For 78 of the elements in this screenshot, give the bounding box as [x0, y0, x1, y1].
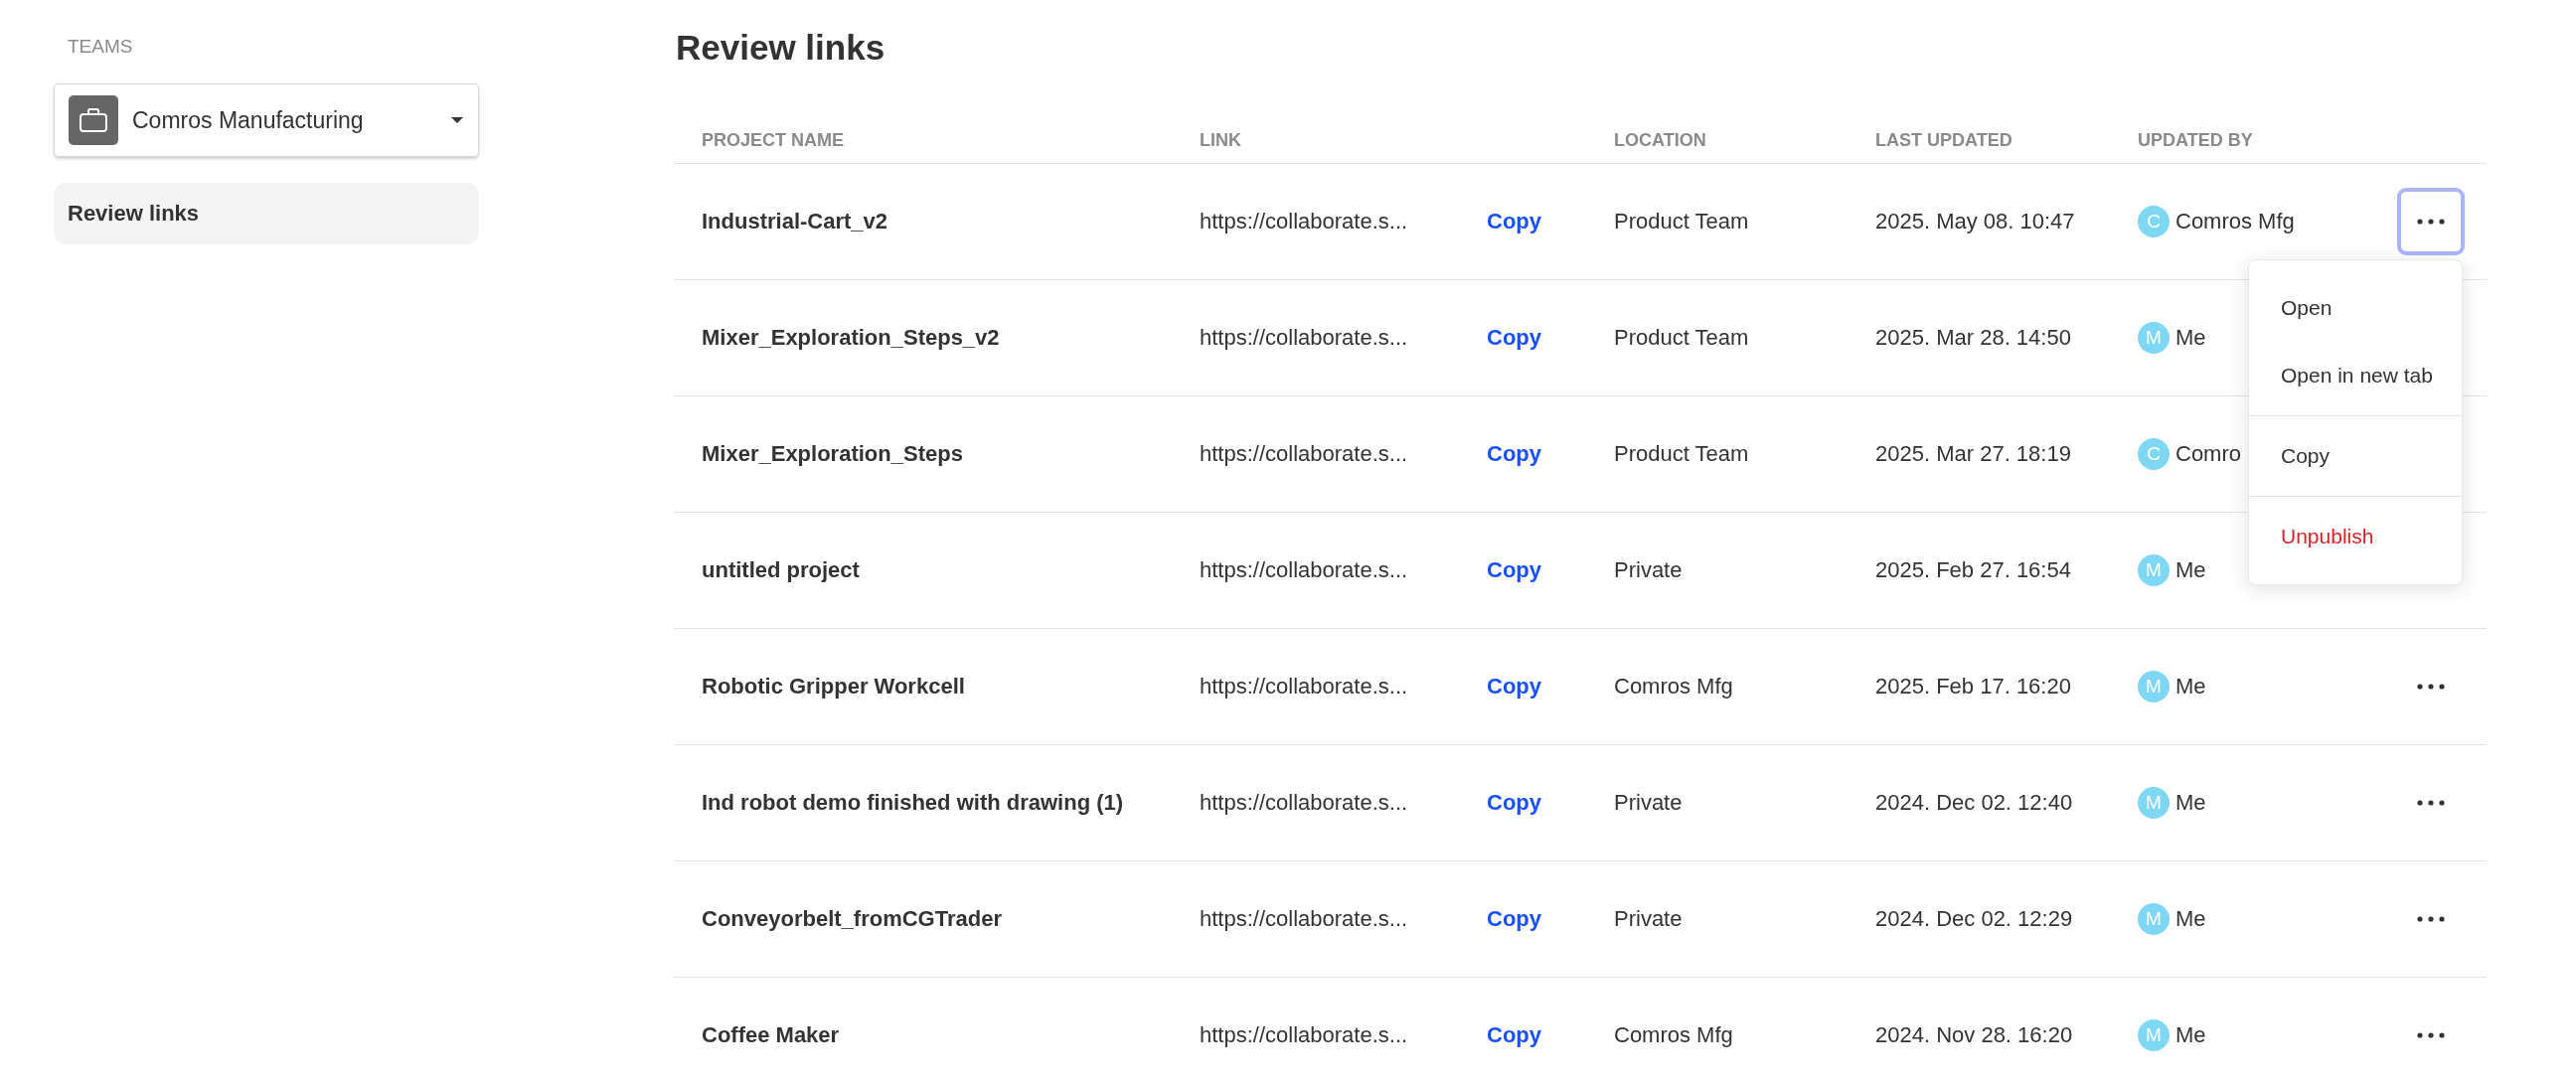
menu-item[interactable]: Open [2249, 274, 2462, 342]
more-icon [2417, 916, 2445, 922]
team-selector[interactable]: Comros Manufacturing [54, 83, 479, 157]
team-name: Comros Manufacturing [132, 106, 365, 134]
avatar: M [2138, 787, 2170, 819]
link-text: https://collaborate.s... [1200, 557, 1408, 583]
link-text: https://collaborate.s... [1200, 906, 1408, 932]
date-cell: 2025. Feb 17. 16:20 [1875, 674, 2071, 699]
date-cell: 2025. Feb 27. 16:54 [1875, 557, 2071, 583]
avatar: M [2138, 903, 2170, 935]
user-name: Comro [2175, 441, 2241, 467]
project-name: Mixer_Exploration_Steps_v2 [702, 325, 1000, 351]
copy-link[interactable]: Copy [1487, 557, 1541, 583]
section-label: TEAMS [67, 36, 134, 58]
location-cell: Private [1614, 790, 1683, 816]
date-cell: 2025. Mar 28. 14:50 [1875, 325, 2071, 351]
location-cell: Comros Mfg [1614, 1022, 1733, 1048]
more-icon [2417, 219, 2445, 225]
copy-link[interactable]: Copy [1487, 790, 1541, 816]
location-cell: Comros Mfg [1614, 674, 1733, 699]
copy-link[interactable]: Copy [1487, 1022, 1541, 1048]
user-name: Me [2175, 1022, 2206, 1048]
nav-item[interactable]: Review links [54, 183, 479, 244]
caret-icon [450, 116, 464, 124]
more-icon [2417, 800, 2445, 806]
link-text: https://collaborate.s... [1200, 441, 1408, 467]
copy-link[interactable]: Copy [1487, 906, 1541, 932]
avatar: C [2138, 206, 2170, 237]
project-name: Conveyorbelt_fromCGTrader [702, 906, 1002, 932]
link-text: https://collaborate.s... [1200, 1022, 1408, 1048]
location-cell: Product Team [1614, 325, 1749, 351]
avatar: M [2138, 671, 2170, 702]
project-name: untitled project [702, 557, 860, 583]
more-button[interactable] [2397, 188, 2465, 255]
location-cell: Product Team [1614, 209, 1749, 234]
avatar: M [2138, 554, 2170, 586]
column-header: LOCATION [1613, 129, 1706, 151]
date-cell: 2024. Dec 02. 12:40 [1875, 790, 2073, 816]
location-cell: Private [1614, 906, 1683, 932]
menu-item[interactable]: Copy [2249, 422, 2462, 490]
user-name: Me [2175, 906, 2206, 932]
date-cell: 2025. May 08. 10:47 [1875, 209, 2075, 234]
date-cell: 2024. Dec 02. 12:29 [1875, 906, 2073, 932]
user-name: Me [2175, 325, 2206, 351]
location-cell: Product Team [1614, 441, 1749, 467]
user-name: Me [2175, 790, 2206, 816]
copy-link[interactable]: Copy [1487, 325, 1541, 351]
copy-link[interactable]: Copy [1487, 441, 1541, 467]
user-name: Comros Mfg [2175, 209, 2295, 234]
page-title: Review links [676, 28, 886, 68]
menu-item[interactable]: Open in new tab [2249, 342, 2462, 409]
column-header: LINK [1199, 129, 1241, 151]
project-name: Ind robot demo finished with drawing (1) [702, 790, 1124, 816]
more-icon [2417, 1032, 2445, 1038]
column-header: PROJECT NAME [701, 129, 844, 151]
project-name: Mixer_Exploration_Steps [702, 441, 963, 467]
column-header: UPDATED BY [2137, 129, 2253, 151]
column-header: LAST UPDATED [1874, 129, 2012, 151]
location-cell: Private [1614, 557, 1683, 583]
user-name: Me [2175, 557, 2206, 583]
project-name: Industrial-Cart_v2 [702, 209, 888, 234]
project-name: Coffee Maker [702, 1022, 840, 1048]
link-text: https://collaborate.s... [1200, 325, 1408, 351]
more-icon [2417, 684, 2445, 690]
copy-link[interactable]: Copy [1487, 674, 1541, 699]
user-name: Me [2175, 674, 2206, 699]
avatar: M [2138, 322, 2170, 354]
avatar: M [2138, 1019, 2170, 1051]
link-text: https://collaborate.s... [1200, 674, 1408, 699]
project-name: Robotic Gripper Workcell [702, 674, 965, 699]
briefcase-icon [69, 95, 118, 145]
link-text: https://collaborate.s... [1200, 209, 1408, 234]
menu-item[interactable]: Unpublish [2249, 503, 2462, 570]
date-cell: 2025. Mar 27. 18:19 [1875, 441, 2071, 467]
date-cell: 2024. Nov 28. 16:20 [1875, 1022, 2073, 1048]
copy-link[interactable]: Copy [1487, 209, 1541, 234]
link-text: https://collaborate.s... [1200, 790, 1408, 816]
avatar: C [2138, 438, 2170, 470]
